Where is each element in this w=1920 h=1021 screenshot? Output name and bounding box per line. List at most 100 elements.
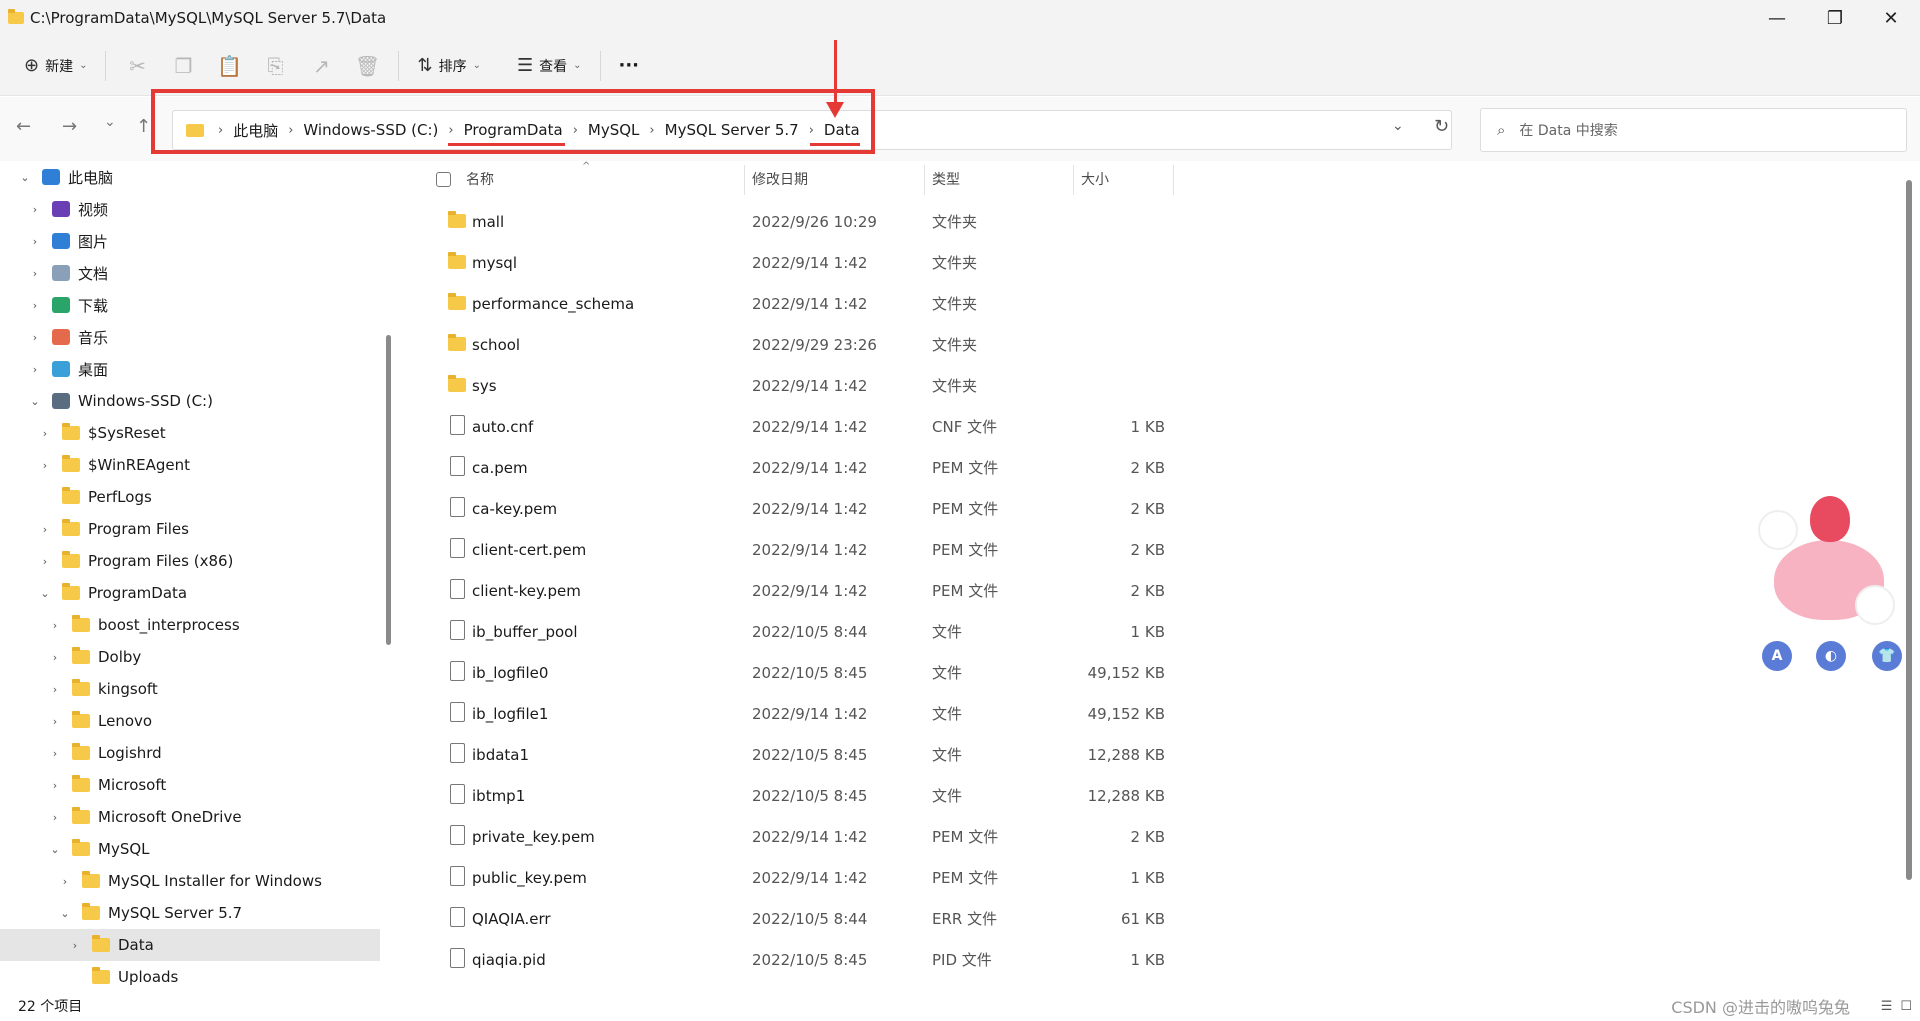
file-row[interactable]: ibdata1 2022/10/5 8:45 文件 12,288 KB xyxy=(400,734,1400,775)
sidebar-item[interactable]: › 文档 xyxy=(0,257,380,289)
file-row[interactable]: sys 2022/9/14 1:42 文件夹 xyxy=(400,365,1400,406)
sidebar-item[interactable]: › Logishrd xyxy=(0,737,380,769)
delete-icon[interactable]: 🗑 xyxy=(344,46,390,86)
chevron-right-icon[interactable]: › xyxy=(48,811,62,824)
file-row[interactable]: mall 2022/9/26 10:29 文件夹 xyxy=(400,201,1400,242)
sort-button[interactable]: ⇅ 排序 ⌄ xyxy=(407,46,490,86)
sidebar-item[interactable]: ⌄ 此电脑 xyxy=(0,161,380,193)
sidebar-item[interactable]: › Data xyxy=(0,929,380,961)
column-header-type[interactable]: 类型 xyxy=(932,161,960,197)
file-row[interactable]: ca-key.pem 2022/9/14 1:42 PEM 文件 2 KB xyxy=(400,488,1400,529)
maximize-button[interactable]: ❐ xyxy=(1806,0,1864,36)
sidebar-item[interactable]: › 视频 xyxy=(0,193,380,225)
close-button[interactable]: ✕ xyxy=(1862,0,1920,36)
chevron-right-icon[interactable]: › xyxy=(28,235,42,248)
file-row[interactable]: school 2022/9/29 23:26 文件夹 xyxy=(400,324,1400,365)
sidebar-item[interactable]: › MySQL Installer for Windows xyxy=(0,865,380,897)
column-divider[interactable] xyxy=(1173,165,1174,195)
forward-arrow-icon[interactable]: → xyxy=(62,116,77,137)
sidebar-item[interactable]: › Program Files xyxy=(0,513,380,545)
chevron-right-icon[interactable]: › xyxy=(48,747,62,760)
widget-font-button[interactable]: A xyxy=(1762,641,1792,671)
file-row[interactable]: performance_schema 2022/9/14 1:42 文件夹 xyxy=(400,283,1400,324)
sidebar-item[interactable]: › boost_interprocess xyxy=(0,609,380,641)
sidebar-item[interactable]: › $WinREAgent xyxy=(0,449,380,481)
chevron-right-icon[interactable]: › xyxy=(28,203,42,216)
file-row[interactable]: ib_logfile1 2022/9/14 1:42 文件 49,152 KB xyxy=(400,693,1400,734)
chevron-down-icon[interactable]: ⌄ xyxy=(28,395,42,408)
rename-icon[interactable]: ⎘ xyxy=(252,46,298,86)
sidebar-item[interactable]: › Microsoft OneDrive xyxy=(0,801,380,833)
sidebar-item[interactable]: › Microsoft xyxy=(0,769,380,801)
recent-locations-icon[interactable]: ⌄ xyxy=(104,114,116,130)
details-view-icon[interactable]: ☰ xyxy=(1881,999,1893,1014)
view-button[interactable]: ☰ 查看 ⌄ xyxy=(507,46,592,86)
chevron-right-icon[interactable]: › xyxy=(38,523,52,536)
sidebar-item[interactable]: › 图片 xyxy=(0,225,380,257)
chevron-right-icon[interactable]: › xyxy=(68,939,82,952)
file-row[interactable]: public_key.pem 2022/9/14 1:42 PEM 文件 1 KB xyxy=(400,857,1400,898)
back-arrow-icon[interactable]: ← xyxy=(16,116,31,137)
column-divider[interactable] xyxy=(744,165,745,195)
chevron-right-icon[interactable]: › xyxy=(48,683,62,696)
search-input[interactable]: ⌕ 在 Data 中搜索 xyxy=(1480,108,1907,152)
sidebar-item[interactable]: › Program Files (x86) xyxy=(0,545,380,577)
sidebar-item[interactable]: PerfLogs xyxy=(0,481,380,513)
sidebar-item[interactable]: ⌄ MySQL xyxy=(0,833,380,865)
file-row[interactable]: ibtmp1 2022/10/5 8:45 文件 12,288 KB xyxy=(400,775,1400,816)
copy-icon[interactable]: ❐ xyxy=(160,46,206,86)
chevron-right-icon[interactable]: › xyxy=(48,651,62,664)
cut-icon[interactable]: ✂ xyxy=(114,46,160,86)
file-row[interactable]: client-cert.pem 2022/9/14 1:42 PEM 文件 2 KB xyxy=(400,529,1400,570)
sidebar-item[interactable]: ⌄ ProgramData xyxy=(0,577,380,609)
chevron-right-icon[interactable]: › xyxy=(38,427,52,440)
share-icon[interactable]: ↗ xyxy=(298,46,344,86)
chevron-right-icon[interactable]: › xyxy=(48,619,62,632)
sidebar-item[interactable]: › 下载 xyxy=(0,289,380,321)
chevron-right-icon[interactable]: › xyxy=(58,875,72,888)
sidebar-item[interactable]: › 音乐 xyxy=(0,321,380,353)
column-divider[interactable] xyxy=(924,165,925,195)
address-dropdown-icon[interactable]: ⌄ xyxy=(1392,118,1404,134)
widget-skin-button[interactable]: 👕 xyxy=(1872,641,1902,671)
chevron-down-icon[interactable]: ⌄ xyxy=(58,907,72,920)
column-header-date[interactable]: 修改日期 xyxy=(752,161,808,197)
sidebar-scrollbar[interactable] xyxy=(386,335,391,645)
chevron-down-icon[interactable]: ⌄ xyxy=(18,171,32,184)
sidebar-item[interactable]: › Dolby xyxy=(0,641,380,673)
sidebar-item[interactable]: › kingsoft xyxy=(0,673,380,705)
sidebar-item[interactable]: ⌄ MySQL Server 5.7 xyxy=(0,897,380,929)
sidebar-item[interactable]: Uploads xyxy=(0,961,380,993)
sidebar-item[interactable]: › Lenovo xyxy=(0,705,380,737)
chevron-right-icon[interactable]: › xyxy=(28,331,42,344)
file-row[interactable]: ca.pem 2022/9/14 1:42 PEM 文件 2 KB xyxy=(400,447,1400,488)
tiles-view-icon[interactable]: ☐ xyxy=(1900,999,1912,1014)
file-row[interactable]: mysql 2022/9/14 1:42 文件夹 xyxy=(400,242,1400,283)
widget-night-mode-button[interactable]: ◐ xyxy=(1816,641,1846,671)
chevron-down-icon[interactable]: ⌄ xyxy=(48,843,62,856)
sidebar-item[interactable]: › $SysReset xyxy=(0,417,380,449)
minimize-button[interactable]: — xyxy=(1748,0,1806,36)
up-arrow-icon[interactable]: ↑ xyxy=(136,116,151,137)
column-header-name[interactable]: 名称 xyxy=(466,161,494,197)
file-row[interactable]: ib_buffer_pool 2022/10/5 8:44 文件 1 KB xyxy=(400,611,1400,652)
sidebar-item[interactable]: ⌄ Windows-SSD (C:) xyxy=(0,385,380,417)
chevron-right-icon[interactable]: › xyxy=(28,299,42,312)
sidebar-item[interactable]: › 桌面 xyxy=(0,353,380,385)
chevron-right-icon[interactable]: › xyxy=(28,267,42,280)
chevron-right-icon[interactable]: › xyxy=(48,715,62,728)
file-row[interactable]: client-key.pem 2022/9/14 1:42 PEM 文件 2 KB xyxy=(400,570,1400,611)
paste-icon[interactable]: 📋 xyxy=(206,46,252,86)
new-button[interactable]: ⊕ 新建 ⌄ xyxy=(14,46,97,86)
file-row[interactable]: auto.cnf 2022/9/14 1:42 CNF 文件 1 KB xyxy=(400,406,1400,447)
chevron-right-icon[interactable]: › xyxy=(28,363,42,376)
file-row[interactable]: private_key.pem 2022/9/14 1:42 PEM 文件 2 KB xyxy=(400,816,1400,857)
more-button[interactable]: ··· xyxy=(609,46,650,86)
chevron-right-icon[interactable]: › xyxy=(48,779,62,792)
file-row[interactable]: QIAQIA.err 2022/10/5 8:44 ERR 文件 61 KB xyxy=(400,898,1400,939)
column-divider[interactable] xyxy=(1073,165,1074,195)
chevron-down-icon[interactable]: ⌄ xyxy=(38,587,52,600)
column-header-size[interactable]: 大小 xyxy=(1081,161,1109,197)
select-all-checkbox[interactable] xyxy=(436,172,451,187)
file-row[interactable]: ib_logfile0 2022/10/5 8:45 文件 49,152 KB xyxy=(400,652,1400,693)
